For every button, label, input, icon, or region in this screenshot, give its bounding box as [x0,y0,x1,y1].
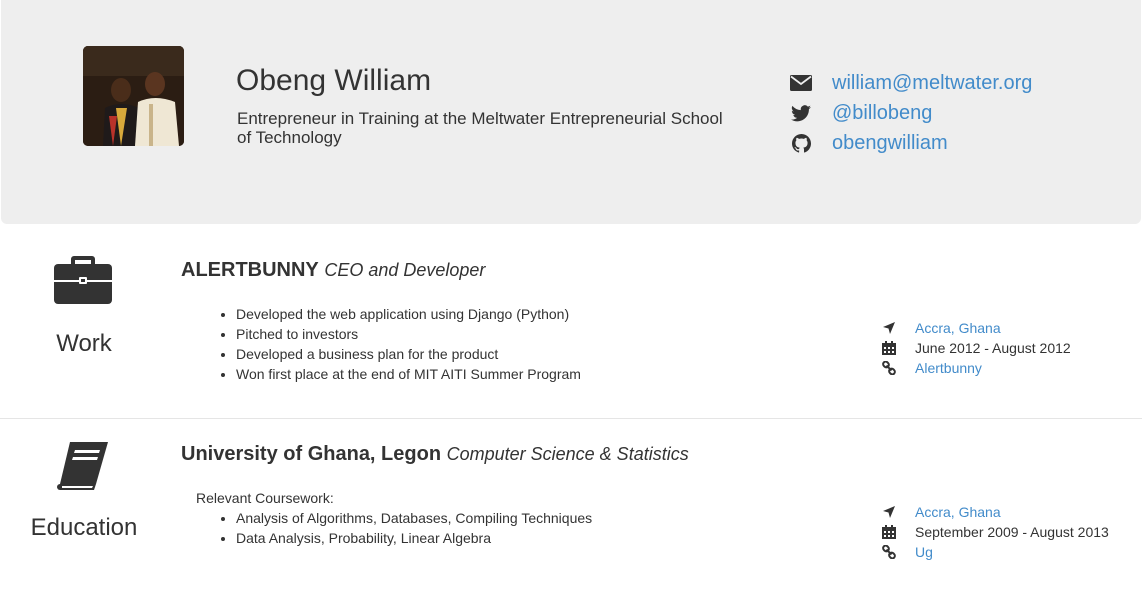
contact-email: william@meltwater.org [789,68,1032,98]
link-icon [880,359,898,377]
list-item: Pitched to investors [236,324,581,344]
twitter-icon [789,101,813,125]
work-dates-row: June 2012 - August 2012 [880,338,1071,358]
list-item: Developed a business plan for the produc… [236,344,581,364]
link-icon [880,543,898,561]
education-location-link[interactable]: Accra, Ghana [915,504,1001,520]
work-section: Work ALERTBUNNY CEO and Developer Develo… [0,224,1142,419]
education-link-row: Ug [880,542,1109,562]
list-item: Won first place at the end of MIT AITI S… [236,364,581,384]
github-icon [789,131,813,155]
profile-name: Obeng William [236,64,432,97]
calendar-icon [880,339,898,357]
contact-list: william@meltwater.org @billobeng obengwi… [789,68,1032,158]
education-location-row: Accra, Ghana [880,502,1109,522]
location-arrow-icon [880,503,898,521]
briefcase-icon [54,254,112,304]
education-dates-row: September 2009 - August 2013 [880,522,1109,542]
work-link-row: Alertbunny [880,358,1071,378]
contact-twitter: @billobeng [789,98,1032,128]
work-location-link[interactable]: Accra, Ghana [915,320,1001,336]
education-school: University of Ghana, Legon [181,443,442,465]
education-section-label: Education [30,514,138,541]
work-company: ALERTBUNNY [181,259,319,281]
location-arrow-icon [880,319,898,337]
work-section-label: Work [56,330,112,357]
twitter-link[interactable]: @billobeng [832,102,932,125]
work-meta: Accra, Ghana June 2012 - August 2012 Ale… [880,318,1071,378]
education-entry-title: University of Ghana, Legon Computer Scie… [181,443,689,466]
envelope-icon [789,71,813,95]
work-bullet-list: Developed the web application using Djan… [236,304,581,384]
work-location-row: Accra, Ghana [880,318,1071,338]
list-item: Developed the web application using Djan… [236,304,581,324]
email-link[interactable]: william@meltwater.org [832,72,1032,95]
coursework-label: Relevant Coursework: [196,490,334,506]
education-dates: September 2009 - August 2013 [915,524,1109,540]
github-link[interactable]: obengwilliam [832,132,948,155]
profile-photo [83,46,184,146]
education-section: Education University of Ghana, Legon Com… [0,419,1142,600]
profile-tagline: Entrepreneur in Training at the Meltwate… [237,109,723,147]
education-bullet-list: Analysis of Algorithms, Databases, Compi… [236,508,592,548]
list-item: Analysis of Algorithms, Databases, Compi… [236,508,592,528]
calendar-icon [880,523,898,541]
education-meta: Accra, Ghana September 2009 - August 201… [880,502,1109,562]
contact-github: obengwilliam [789,128,1032,158]
work-dates: June 2012 - August 2012 [915,340,1071,356]
work-website-link[interactable]: Alertbunny [915,360,982,376]
education-program: Computer Science & Statistics [446,444,689,464]
education-website-link[interactable]: Ug [915,544,933,560]
work-role: CEO and Developer [324,260,486,280]
profile-header: Obeng William Entrepreneur in Training a… [1,0,1141,224]
list-item: Data Analysis, Probability, Linear Algeb… [236,528,592,548]
work-entry-title: ALERTBUNNY CEO and Developer [181,259,485,282]
book-icon [56,442,110,492]
